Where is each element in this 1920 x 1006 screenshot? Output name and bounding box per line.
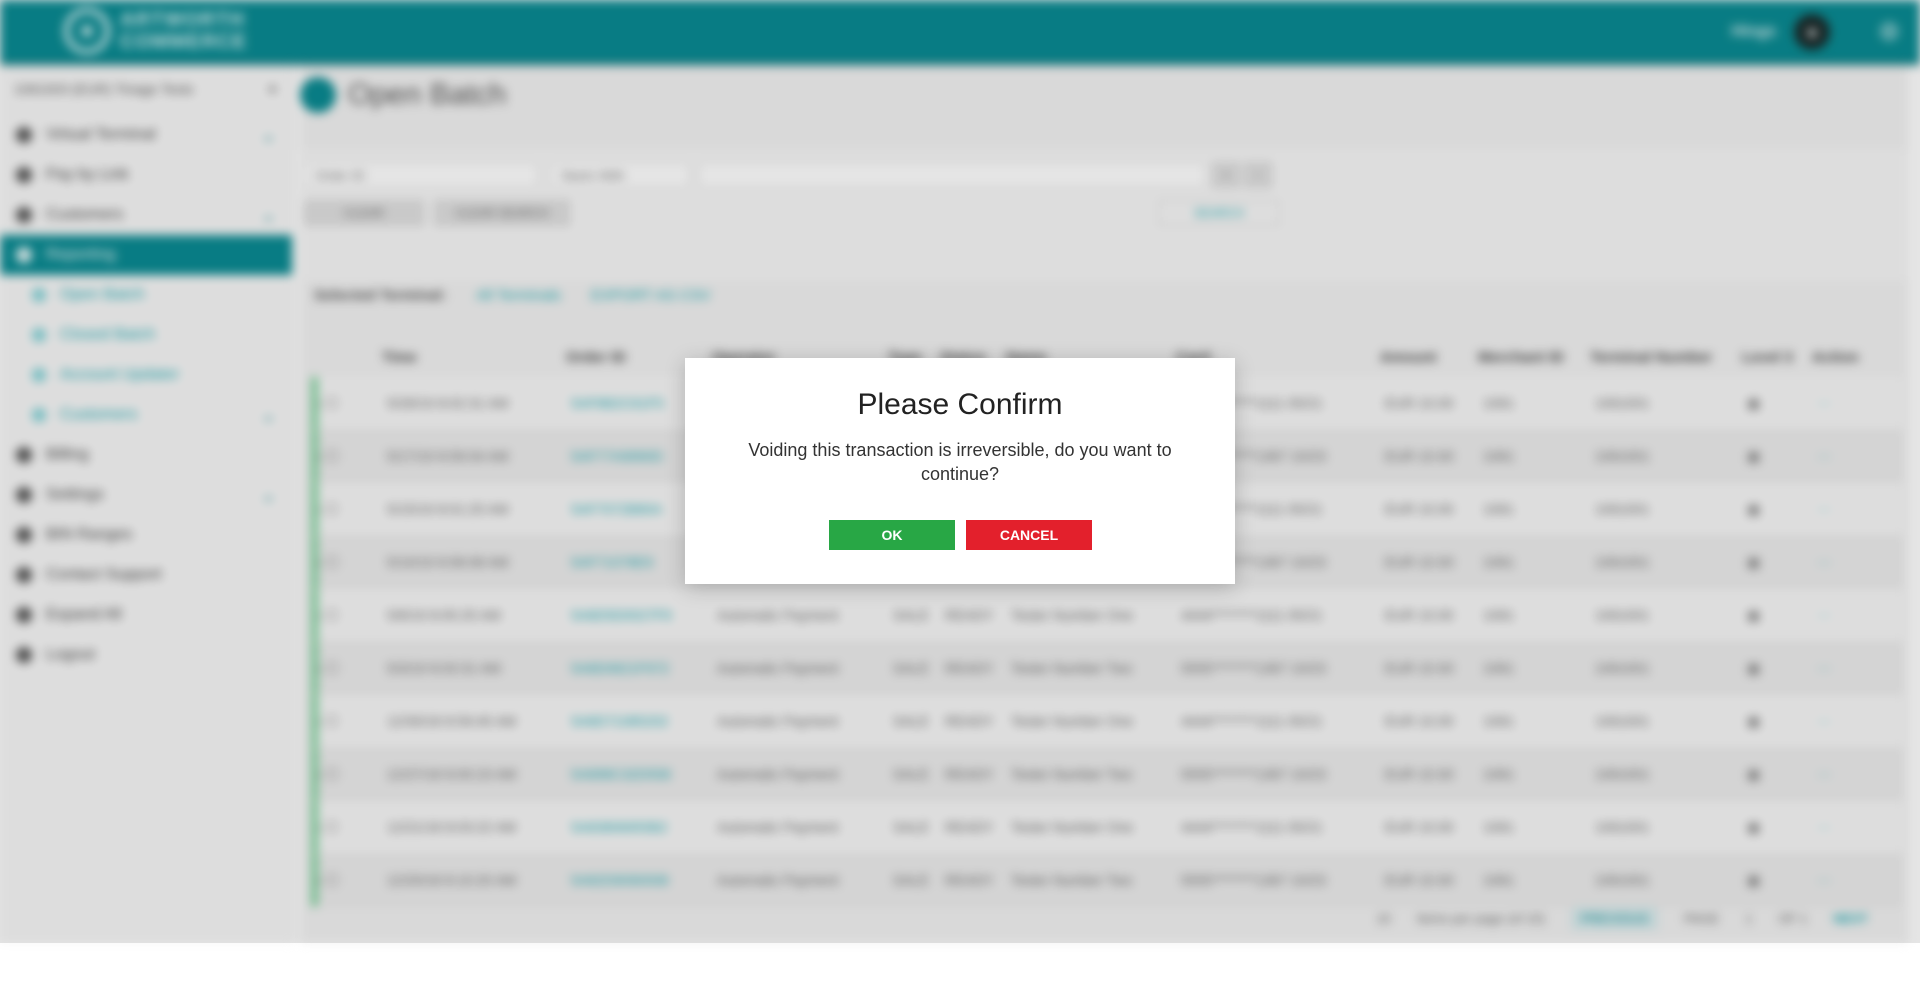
- dialog-message: Voiding this transaction is irreversible…: [748, 440, 1172, 484]
- dialog-title: Please Confirm: [857, 388, 1063, 421]
- ok-button[interactable]: OK: [829, 520, 955, 550]
- confirm-dialog: Please Confirm Voiding this transaction …: [685, 358, 1235, 584]
- cancel-button[interactable]: CANCEL: [966, 520, 1092, 550]
- footer-area: [0, 943, 1920, 1006]
